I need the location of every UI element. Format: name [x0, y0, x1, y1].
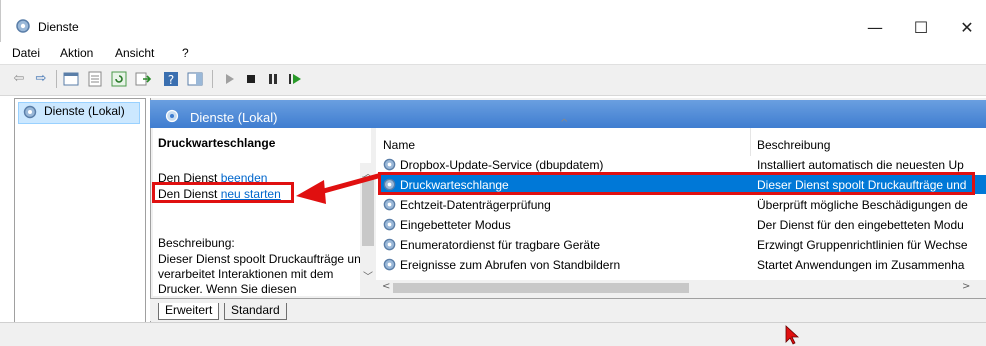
selected-service-name: Druckwarteschlange [158, 136, 276, 150]
properties-icon[interactable] [86, 70, 104, 88]
pause-service-icon[interactable] [264, 70, 282, 88]
service-name-cell: Dropbox-Update-Service (dbupdatem) [400, 158, 604, 172]
highlight-box-restart [152, 182, 294, 203]
scroll-down-icon[interactable]: ﹀ [363, 268, 373, 283]
service-gear-icon [383, 158, 396, 171]
minimize-button[interactable]: — [852, 14, 898, 42]
service-gear-icon [383, 258, 396, 271]
console-tree [14, 98, 146, 346]
help-icon[interactable]: ? [162, 70, 180, 88]
window-title: Dienste [38, 20, 79, 34]
annotation-arrow-icon [296, 173, 381, 204]
table-row[interactable]: Enumeratordienst für tragbare Geräte Erzw… [378, 235, 986, 254]
service-description-cell: Installiert automatisch die neuesten Up [757, 158, 964, 172]
table-row[interactable]: Echtzeit-Datenträgerprüfung Überprüft mög… [378, 195, 986, 214]
sort-ascending-icon: ^ [560, 118, 569, 129]
mouse-cursor-icon [785, 325, 800, 345]
maximize-button[interactable]: ☐ [898, 14, 944, 42]
service-description-cell: Überprüft mögliche Beschädigungen de [757, 198, 968, 212]
menu-ansicht[interactable]: Ansicht [115, 46, 154, 60]
service-gear-icon [383, 218, 396, 231]
show-hide-pane-icon[interactable] [186, 70, 204, 88]
pane-header-title: Dienste (Lokal) [190, 110, 278, 125]
services-gear-icon [23, 105, 37, 119]
column-header-description[interactable]: Beschreibung [757, 138, 830, 152]
service-description-cell: Der Dienst für den eingebetteten Modu [757, 218, 964, 232]
stop-service-icon[interactable] [242, 70, 260, 88]
service-name-cell: Enumeratordienst für tragbare Geräte [400, 238, 601, 252]
close-button[interactable]: ✕ [944, 14, 986, 42]
refresh-icon[interactable] [110, 70, 128, 88]
menu-datei[interactable]: Datei [12, 46, 40, 60]
tree-item-label: Dienste (Lokal) [44, 104, 125, 118]
title-bar [0, 0, 986, 42]
status-bar [0, 322, 986, 346]
menu-aktion[interactable]: Aktion [60, 46, 93, 60]
tab-extended[interactable]: Erweitert [158, 303, 220, 320]
toolbar-separator [212, 70, 213, 88]
scrollbar-thumb[interactable] [393, 283, 689, 293]
column-header-name[interactable]: Name [383, 138, 415, 152]
forward-icon[interactable]: ⇨ [32, 70, 50, 88]
menu-help[interactable]: ? [182, 46, 189, 60]
tab-standard[interactable]: Standard [224, 303, 287, 320]
description-text: Dieser Dienst spoolt Druckaufträge und v… [158, 252, 368, 296]
services-gear-icon [16, 19, 30, 33]
scroll-left-icon[interactable]: < [382, 281, 390, 292]
services-gear-icon [165, 109, 179, 123]
service-description-cell: Startet Anwendungen im Zusammenha [757, 258, 965, 272]
service-name-cell: Echtzeit-Datenträgerprüfung [400, 198, 551, 212]
service-gear-icon [383, 238, 396, 251]
console-tree-icon[interactable] [62, 70, 80, 88]
service-gear-icon [383, 198, 396, 211]
column-divider[interactable] [750, 128, 751, 156]
start-service-icon[interactable] [220, 70, 238, 88]
table-row[interactable]: Eingebetteter Modus Der Dienst für den ei… [378, 215, 986, 234]
svg-text:?: ? [168, 73, 174, 87]
back-icon[interactable]: ⇦ [10, 70, 28, 88]
table-row[interactable]: Ereignisse zum Abrufen von Standbildern S… [378, 255, 986, 274]
toolbar-separator [56, 70, 57, 88]
export-icon[interactable] [134, 70, 152, 88]
description-label: Beschreibung: [158, 236, 235, 250]
service-description-cell: Erzwingt Gruppenrichtlinien für Wechse [757, 238, 968, 252]
service-name-cell: Ereignisse zum Abrufen von Standbildern [400, 258, 621, 272]
highlight-box-selected-row [378, 172, 975, 195]
restart-service-icon[interactable] [286, 70, 304, 88]
service-name-cell: Eingebetteter Modus [400, 218, 511, 232]
scroll-right-icon[interactable]: > [962, 281, 970, 292]
